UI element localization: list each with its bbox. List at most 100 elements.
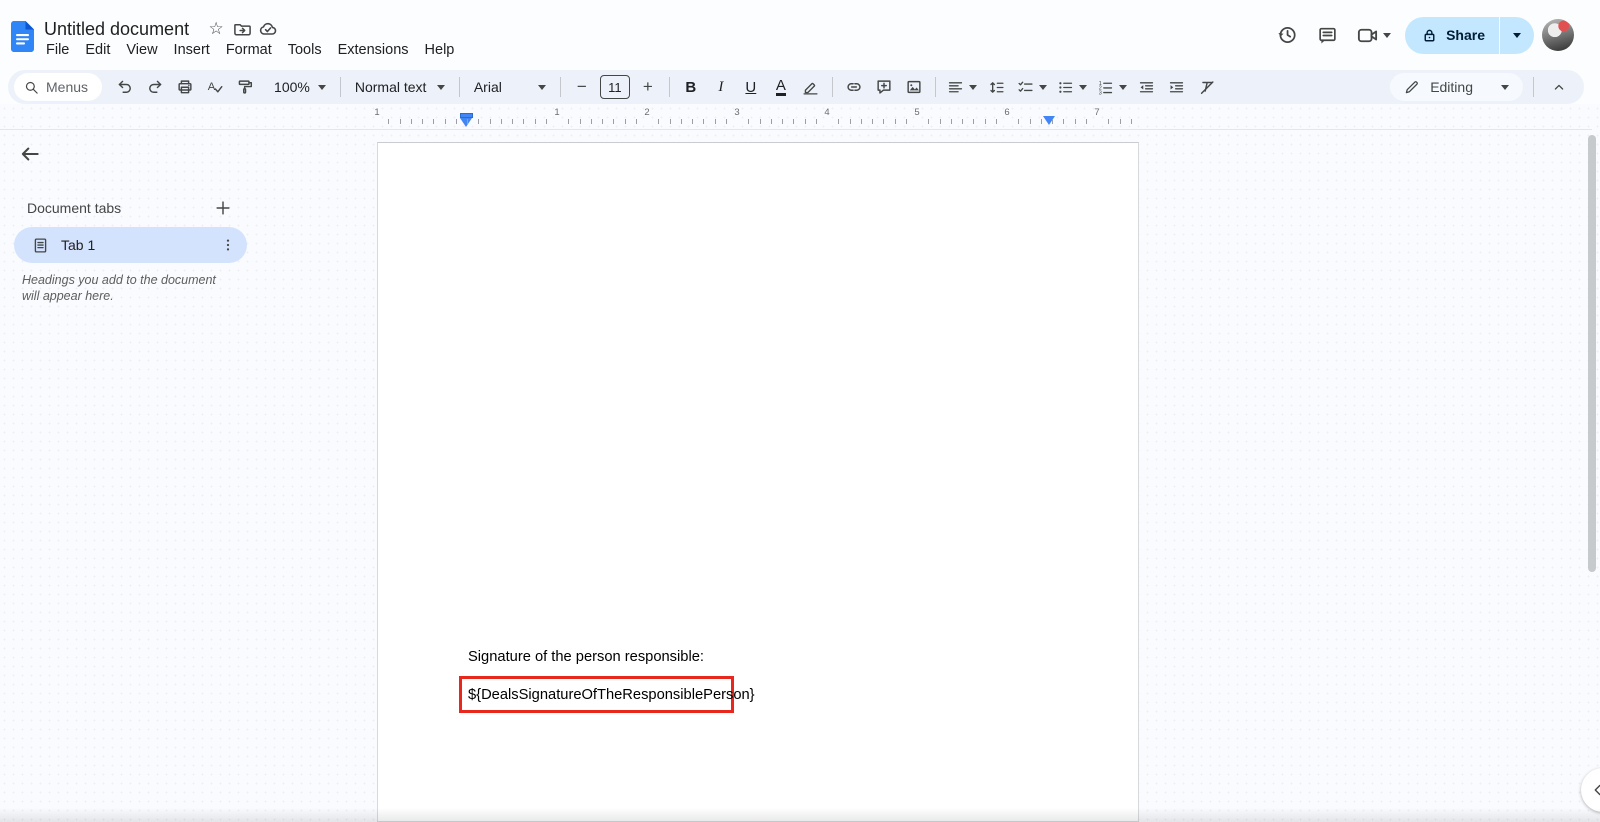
star-button[interactable]: ☆: [203, 16, 229, 42]
menu-tools[interactable]: Tools: [280, 40, 330, 60]
decrease-indent-button[interactable]: [1134, 74, 1160, 100]
document-tabs-title: Document tabs: [27, 200, 121, 216]
document-title[interactable]: Untitled document: [44, 19, 189, 40]
google-docs-logo-icon[interactable]: [11, 21, 34, 52]
ruler-tick: [1063, 119, 1064, 124]
tab-label: Tab 1: [61, 237, 215, 253]
ruler-tick: [726, 119, 727, 124]
menu-view[interactable]: View: [118, 40, 165, 60]
font-size-increase-button[interactable]: +: [635, 74, 661, 100]
menu-edit[interactable]: Edit: [77, 40, 118, 60]
account-avatar[interactable]: [1542, 19, 1574, 51]
document-page[interactable]: Signature of the person responsible: ${D…: [377, 142, 1139, 822]
ruler-number: 5: [914, 107, 919, 118]
spell-check-button[interactable]: A: [202, 74, 228, 100]
ruler-tick: [805, 119, 806, 124]
font-family-value: Arial: [474, 79, 502, 95]
bullet-list-button[interactable]: [1052, 74, 1092, 100]
numbered-list-button[interactable]: 1 2 3: [1092, 74, 1132, 100]
tab-document-icon: [32, 237, 49, 254]
toolbar-divider: [669, 77, 670, 97]
print-button[interactable]: [172, 74, 198, 100]
ruler-tick: [512, 119, 513, 124]
share-button-group: Share: [1405, 17, 1534, 54]
checklist-button[interactable]: [1012, 74, 1052, 100]
ruler-number: 3: [734, 107, 739, 118]
ruler-tick: [771, 119, 772, 124]
menu-extensions[interactable]: Extensions: [330, 40, 417, 60]
ruler-tick: [816, 119, 817, 124]
text-color-button[interactable]: A: [768, 74, 794, 100]
underline-button[interactable]: U: [738, 74, 764, 100]
meet-dropdown-caret[interactable]: [1383, 33, 1391, 38]
move-folder-button[interactable]: [229, 16, 255, 42]
ruler-tick: [591, 119, 592, 124]
add-tab-button[interactable]: [209, 194, 237, 222]
ruler-tick: [793, 119, 794, 124]
back-button[interactable]: [12, 136, 48, 172]
meet-video-button[interactable]: [1347, 15, 1387, 55]
redo-button[interactable]: [142, 74, 168, 100]
toolbar-divider: [459, 77, 460, 97]
highlight-color-button[interactable]: [798, 74, 824, 100]
share-dropdown-button[interactable]: [1500, 17, 1534, 54]
menu-file[interactable]: File: [38, 40, 77, 60]
chevron-down-icon: [318, 85, 326, 90]
ruler-tick: [703, 119, 704, 124]
cloud-saved-icon[interactable]: [255, 16, 281, 42]
ruler-tick: [535, 119, 536, 124]
document-canvas: 11234567 Document tabs Tab 1: [0, 104, 1600, 822]
ruler-tick: [1052, 119, 1053, 124]
ruler-tick: [1120, 119, 1121, 124]
italic-button[interactable]: I: [708, 74, 734, 100]
horizontal-ruler[interactable]: 11234567: [377, 106, 1139, 129]
left-indent-marker[interactable]: [460, 118, 472, 127]
ruler-tick: [602, 119, 603, 124]
tab-options-button[interactable]: [215, 232, 241, 258]
editing-mode-select[interactable]: Editing: [1390, 73, 1523, 101]
ruler-tick: [613, 119, 614, 124]
font-size-decrease-button[interactable]: −: [569, 74, 595, 100]
menubar: File Edit View Insert Format Tools Exten…: [38, 40, 462, 60]
menu-format[interactable]: Format: [218, 40, 280, 60]
ruler-tick: [748, 119, 749, 124]
vertical-scrollbar-thumb[interactable]: [1588, 135, 1596, 572]
chevron-down-icon: [538, 85, 546, 90]
comments-button[interactable]: [1307, 15, 1347, 55]
sidebar-tab-1[interactable]: Tab 1: [14, 227, 247, 263]
menu-insert[interactable]: Insert: [166, 40, 218, 60]
merge-tag-text: ${DealsSignatureOfTheResponsiblePerson}: [462, 687, 755, 703]
document-text-line[interactable]: Signature of the person responsible:: [468, 649, 704, 665]
align-button[interactable]: [942, 74, 982, 100]
add-comment-button[interactable]: [871, 74, 897, 100]
undo-button[interactable]: [112, 74, 138, 100]
clear-formatting-button[interactable]: [1194, 74, 1220, 100]
ruler-tick: [883, 119, 884, 124]
share-button[interactable]: Share: [1405, 17, 1499, 54]
ruler-tick: [928, 119, 929, 124]
pencil-icon: [1404, 79, 1420, 95]
increase-indent-button[interactable]: [1164, 74, 1190, 100]
zoom-select[interactable]: 100%: [266, 74, 334, 100]
menus-label: Menus: [46, 79, 88, 95]
chevron-down-icon: [1039, 85, 1047, 90]
menu-help[interactable]: Help: [417, 40, 463, 60]
insert-image-button[interactable]: [901, 74, 927, 100]
paint-format-button[interactable]: [232, 74, 258, 100]
merge-tag-box[interactable]: ${DealsSignatureOfTheResponsiblePerson}: [459, 676, 734, 713]
font-size-input[interactable]: 11: [600, 75, 630, 99]
ruler-tick: [490, 119, 491, 124]
collapse-toolbar-button[interactable]: [1546, 74, 1572, 100]
bold-button[interactable]: B: [678, 74, 704, 100]
menus-search-button[interactable]: Menus: [14, 73, 102, 101]
ruler-separator: [0, 129, 1592, 130]
ruler-tick: [996, 119, 997, 124]
svg-text:A: A: [208, 81, 216, 93]
font-family-select[interactable]: Arial: [466, 74, 554, 100]
ruler-number: 1: [554, 107, 559, 118]
insert-link-button[interactable]: [841, 74, 867, 100]
line-spacing-button[interactable]: [984, 74, 1010, 100]
paragraph-style-select[interactable]: Normal text: [347, 74, 453, 100]
version-history-button[interactable]: [1267, 15, 1307, 55]
right-indent-marker[interactable]: [1043, 116, 1055, 125]
